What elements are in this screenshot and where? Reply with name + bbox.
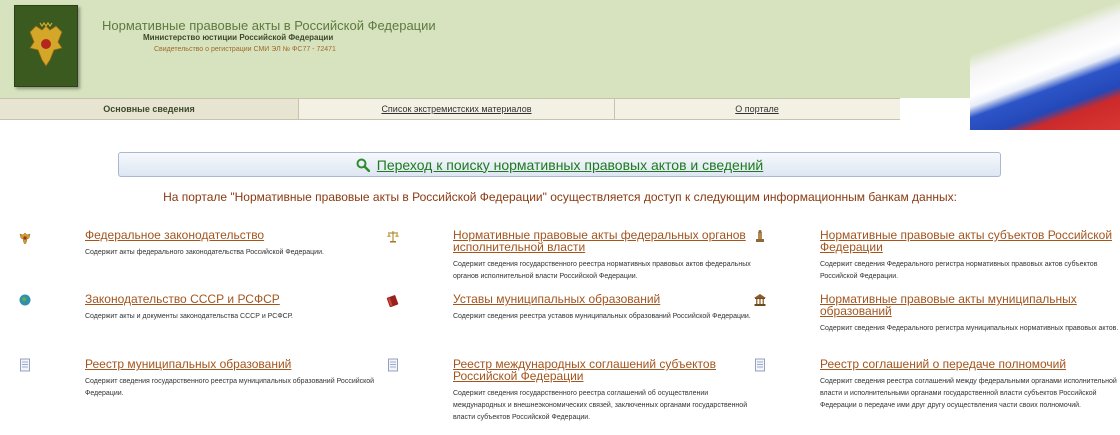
bank-item-regional-acts: Нормативные правовые акты субъектов Росс… [820, 229, 1120, 283]
bank-link-international-agreements[interactable]: Реестр международных соглашений субъекто… [453, 358, 753, 382]
coat-of-arms-emblem[interactable] [14, 5, 78, 87]
bank-item-municipal-charters: Уставы муниципальных образований Содержи… [453, 293, 753, 323]
building-icon [753, 293, 767, 307]
bank-link-federal-legislation[interactable]: Федеральное законодательство [85, 229, 385, 241]
search-link-label[interactable]: Переход к поиску нормативных правовых ак… [377, 157, 763, 173]
russian-flag-image [970, 0, 1120, 130]
bank-description: Содержит сведения государственного реест… [85, 378, 375, 397]
bank-description: Содержит сведения государственного реест… [453, 390, 748, 421]
document-icon [386, 358, 400, 372]
monument-icon [753, 229, 767, 243]
eagle-icon [18, 231, 32, 245]
ministry-name: Министерство юстиции Российской Федераци… [143, 33, 334, 42]
main-nav: Основные сведения Список экстремистских … [0, 98, 900, 120]
bank-item-municipal-register: Реестр муниципальных образований Содержи… [85, 358, 385, 400]
site-title: Нормативные правовые акты в Российской Ф… [102, 18, 436, 33]
bank-link-municipal-register[interactable]: Реестр муниципальных образований [85, 358, 385, 370]
bank-item-federal-executive-acts: Нормативные правовые акты федеральных ор… [453, 229, 753, 283]
intro-text: На портале "Нормативные правовые акты в … [163, 190, 957, 204]
bank-description: Содержит акты и документы законодательст… [85, 313, 293, 320]
document-icon [753, 358, 767, 372]
bank-item-federal-legislation: Федеральное законодательство Содержит ак… [85, 229, 385, 259]
bank-link-powers-transfer[interactable]: Реестр соглашений о передаче полномочий [820, 358, 1120, 370]
bank-item-international-agreements: Реестр международных соглашений субъекто… [453, 358, 753, 424]
bank-description: Содержит сведения реестра соглашений меж… [820, 378, 1117, 409]
nav-tab-extremist-materials[interactable]: Список экстремистских материалов [299, 99, 614, 119]
registration-info: Свидетельство о регистрации СМИ ЭЛ № ФС7… [154, 46, 336, 53]
search-navigation-button[interactable]: Переход к поиску нормативных правовых ак… [118, 152, 1001, 177]
bank-description: Содержит сведения реестра уставов муници… [453, 313, 751, 320]
bank-link-municipal-acts[interactable]: Нормативные правовые акты муниципальных … [820, 293, 1120, 317]
bank-item-municipal-acts: Нормативные правовые акты муниципальных … [820, 293, 1120, 335]
bank-link-regional-acts[interactable]: Нормативные правовые акты субъектов Росс… [820, 229, 1120, 253]
site-header: Нормативные правовые акты в Российской Ф… [0, 0, 1120, 98]
document-icon [18, 358, 32, 372]
book-icon [386, 293, 400, 308]
globe-icon [18, 293, 32, 307]
bank-item-powers-transfer: Реестр соглашений о передаче полномочий … [820, 358, 1120, 412]
bank-item-ussr-legislation: Законодательство СССР и РСФСР Содержит а… [85, 293, 385, 323]
scales-icon [386, 229, 400, 243]
search-icon [356, 158, 370, 172]
nav-tab-main-info[interactable]: Основные сведения [0, 99, 298, 119]
nav-tab-about[interactable]: О портале [615, 99, 899, 119]
bank-link-ussr-legislation[interactable]: Законодательство СССР и РСФСР [85, 293, 385, 305]
bank-description: Содержит сведения Федерального регистра … [820, 325, 1119, 332]
bank-description: Содержит сведения государственного реест… [453, 261, 751, 280]
bank-description: Содержит акты федерального законодательс… [85, 249, 324, 256]
bank-link-federal-executive-acts[interactable]: Нормативные правовые акты федеральных ор… [453, 229, 753, 253]
double-headed-eagle-icon [29, 21, 63, 67]
bank-link-municipal-charters[interactable]: Уставы муниципальных образований [453, 293, 753, 305]
bank-description: Содержит сведения Федерального регистра … [820, 261, 1098, 280]
